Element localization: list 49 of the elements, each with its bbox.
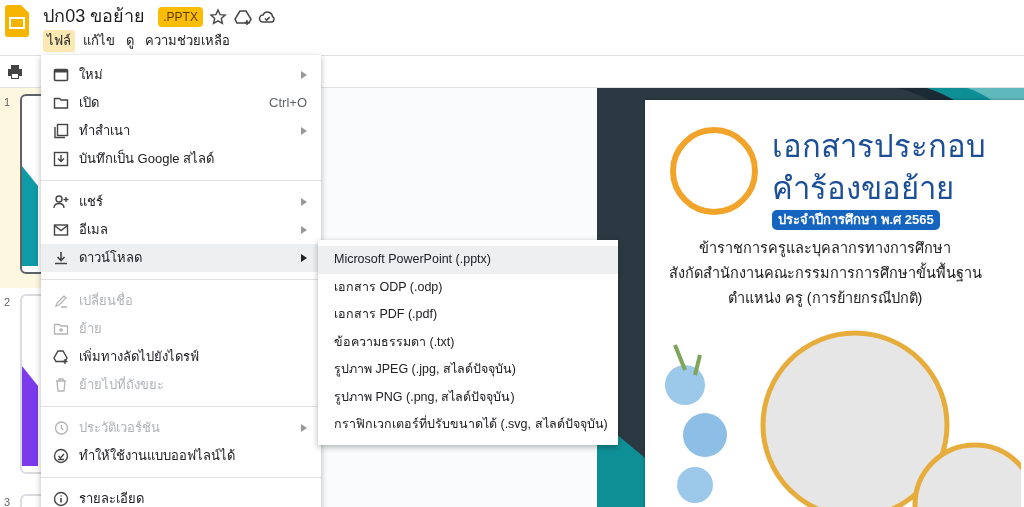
slide-subtitle: ตำแหน่ง ครู (การย้ายกรณีปกติ): [727, 289, 923, 309]
menu-item[interactable]: เพิ่มทางลัดไปยังไดรฟ์: [41, 343, 321, 371]
history-icon: [53, 420, 69, 436]
star-icon[interactable]: [209, 7, 228, 26]
save-icon: [53, 151, 69, 167]
menu-item[interactable]: ทำสำเนา: [41, 117, 321, 145]
person-add-icon: [53, 194, 69, 210]
envelope-icon: [53, 222, 69, 238]
pencil-icon: [53, 293, 69, 309]
print-icon[interactable]: [6, 63, 23, 80]
menu-item[interactable]: บันทึกเป็น Google สไลด์: [41, 145, 321, 173]
menu-item[interactable]: ความช่วยเหลือ: [141, 30, 234, 52]
slide-title: คำร้องขอย้าย: [772, 170, 955, 208]
shortcut-label: Ctrl+O: [269, 94, 307, 113]
menu-item[interactable]: รายละเอียด: [41, 485, 321, 507]
menu-item[interactable]: แชร์: [41, 188, 321, 216]
menu-item[interactable]: รูปภาพ JPEG (.jpg, สไลด์ปัจจุบัน): [318, 356, 618, 384]
download-icon: [53, 250, 69, 266]
offline-check-icon: [53, 448, 69, 464]
window-icon: [53, 67, 69, 83]
folder-add-icon: [53, 321, 69, 337]
menu-item[interactable]: ดาวน์โหลด: [41, 244, 321, 272]
menu-item[interactable]: เอกสาร ODP (.odp): [318, 273, 618, 301]
menu-item[interactable]: Microsoft PowerPoint (.pptx): [318, 246, 618, 274]
menu-item[interactable]: ข้อความธรรมดา (.txt): [318, 328, 618, 356]
drive-add-icon: [53, 349, 69, 365]
menu-item[interactable]: ทำให้ใช้งานแบบออฟไลน์ได้: [41, 442, 321, 470]
copy-icon: [53, 123, 69, 139]
slide-subtitle: ข้าราชการครูและบุคลากรทางการศึกษา: [699, 239, 951, 259]
menu-item[interactable]: อีเมล: [41, 216, 321, 244]
slide-number: 2: [4, 295, 12, 310]
folder-icon: [53, 95, 69, 111]
menu-item[interactable]: ดู: [121, 30, 138, 52]
format-badge: .PPTX: [158, 6, 203, 27]
slide-title: เอกสารประกอบ: [772, 128, 986, 166]
trash-icon: [53, 377, 69, 393]
slide-number: 1: [4, 95, 12, 110]
menu-item[interactable]: กราฟิกเวกเตอร์ที่ปรับขนาดได้ (.svg, สไลด์ปัจจุบัน): [318, 411, 618, 439]
year-banner: ประจำปีการศึกษา พ.ศ 2565: [772, 210, 940, 230]
menu-item[interactable]: เอกสาร PDF (.pdf): [318, 301, 618, 329]
slide-subtitle: สังกัดสำนักงานคณะกรรมการการศึกษาขั้นพื้นฐาน: [668, 261, 982, 286]
menu-item[interactable]: ไฟล์: [43, 30, 76, 52]
document-title[interactable]: ปก03 ขอย้าย: [43, 3, 146, 31]
menu-item[interactable]: รูปภาพ PNG (.png, สไลด์ปัจจุบัน): [318, 383, 618, 411]
info-icon: [53, 491, 69, 507]
menu-item[interactable]: แก้ไข: [78, 30, 119, 52]
drive-add-icon[interactable]: [233, 7, 252, 26]
slide-number: 3: [4, 495, 12, 507]
menu-item[interactable]: เปิด Ctrl+O: [41, 89, 321, 117]
